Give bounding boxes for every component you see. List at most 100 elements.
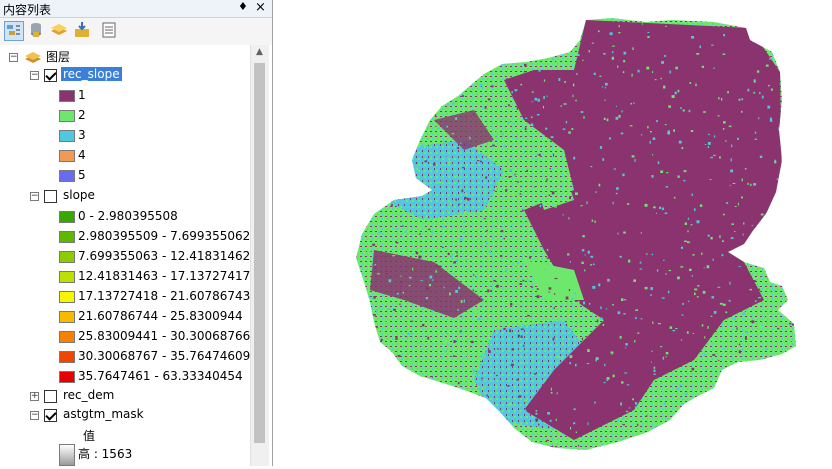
- options-button[interactable]: [100, 21, 120, 41]
- expand-toggle[interactable]: +: [30, 392, 39, 401]
- raster-pixel: [766, 316, 768, 320]
- expand-toggle[interactable]: −: [30, 71, 39, 80]
- raster-pixel: [569, 196, 571, 200]
- raster-pixel: [377, 176, 381, 178]
- raster-pixel: [719, 156, 721, 159]
- close-icon[interactable]: ×: [255, 0, 266, 15]
- scroll-thumb[interactable]: [254, 63, 265, 443]
- raster-pixel: [592, 449, 595, 450]
- raster-pixel: [389, 171, 391, 173]
- layer-visibility-checkbox[interactable]: [44, 409, 57, 422]
- raster-pixel: [590, 264, 593, 266]
- pin-icon[interactable]: ♦: [238, 0, 248, 13]
- raster-pixel: [476, 424, 480, 427]
- raster-pixel: [725, 140, 727, 142]
- raster-pixel: [779, 82, 783, 85]
- list-by-source-button[interactable]: [27, 21, 47, 41]
- raster-pixel: [367, 382, 369, 386]
- layer-name-astgtm-mask[interactable]: astgtm_mask: [63, 407, 144, 421]
- layer-name-slope[interactable]: slope: [63, 188, 95, 202]
- raster-pixel: [699, 204, 703, 207]
- raster-pixel: [777, 65, 780, 68]
- raster-pixel: [543, 105, 544, 109]
- raster-pixel: [580, 35, 583, 37]
- raster-pixel: [710, 315, 713, 317]
- map-canvas[interactable]: [274, 0, 832, 466]
- raster-pixel: [374, 266, 377, 269]
- raster-pixel: [769, 290, 771, 292]
- list-by-selection-button[interactable]: [73, 21, 93, 41]
- toc-title-bar[interactable]: 内容列表 ♦ ×: [0, 0, 272, 18]
- raster-pixel: [613, 349, 616, 353]
- raster-pixel: [561, 250, 564, 252]
- list-by-visibility-button[interactable]: [50, 21, 70, 41]
- raster-pixel: [508, 430, 512, 432]
- raster-pixel: [699, 45, 701, 49]
- raster-pixel: [779, 363, 782, 365]
- raster-pixel: [729, 377, 732, 380]
- raster-pixel: [462, 244, 465, 247]
- expand-toggle[interactable]: −: [30, 192, 39, 201]
- raster-pixel: [684, 402, 687, 405]
- raster-pixel: [724, 249, 728, 251]
- raster-pixel: [404, 140, 407, 143]
- raster-pixel: [637, 147, 639, 149]
- scroll-up-icon[interactable]: ▲: [256, 47, 263, 57]
- layer-visibility-checkbox[interactable]: [44, 190, 57, 203]
- raster-pixel: [491, 85, 494, 88]
- raster-pixel: [626, 387, 630, 389]
- layers-root-label[interactable]: 图层: [46, 48, 70, 65]
- raster-pixel: [626, 384, 630, 386]
- list-by-selection-icon: [75, 22, 89, 37]
- legend-swatch: [59, 170, 75, 182]
- raster-pixel: [509, 158, 511, 161]
- raster-pixel: [676, 387, 679, 391]
- raster-pixel: [568, 217, 570, 220]
- raster-pixel: [692, 255, 695, 258]
- raster-pixel: [475, 35, 478, 39]
- raster-pixel: [394, 188, 396, 191]
- raster-pixel: [753, 79, 756, 81]
- raster-pixel: [747, 182, 749, 185]
- layer-visibility-checkbox[interactable]: [44, 390, 57, 403]
- raster-pixel: [458, 286, 461, 290]
- raster-pixel: [403, 193, 405, 196]
- raster-pixel: [770, 366, 773, 368]
- raster-pixel: [418, 418, 421, 421]
- layers-icon: [25, 52, 41, 63]
- raster-pixel: [517, 261, 519, 264]
- raster-pixel: [517, 181, 520, 183]
- raster-pixel: [607, 278, 610, 282]
- raster-pixel: [680, 76, 683, 80]
- raster-pixel: [665, 433, 669, 436]
- layer-visibility-checkbox[interactable]: [44, 69, 57, 82]
- list-by-drawing-order-button[interactable]: [4, 21, 24, 41]
- raster-pixel: [386, 415, 390, 418]
- raster-pixel: [730, 158, 732, 162]
- raster-pixel: [406, 167, 408, 170]
- raster-pixel: [391, 204, 393, 207]
- layer-name-rec-slope[interactable]: rec_slope: [61, 67, 122, 81]
- raster-pixel: [471, 72, 474, 76]
- toc-scrollbar[interactable]: ▲: [250, 45, 269, 466]
- raster-pixel: [410, 320, 414, 322]
- raster-pixel: [687, 241, 690, 244]
- raster-pixel: [686, 269, 689, 272]
- raster-pixel: [784, 107, 787, 111]
- raster-pixel: [527, 314, 530, 317]
- map-view[interactable]: [274, 0, 832, 466]
- raster-pixel: [392, 72, 396, 74]
- raster-pixel: [671, 190, 674, 193]
- expand-toggle[interactable]: −: [30, 411, 39, 420]
- raster-pixel: [451, 133, 455, 135]
- raster-pixel: [514, 173, 516, 176]
- raster-pixel: [517, 247, 520, 250]
- raster-pixel: [663, 326, 667, 329]
- raster-pixel: [368, 187, 370, 191]
- layer-name-rec-dem[interactable]: rec_dem: [63, 388, 114, 402]
- raster-pixel: [560, 105, 562, 107]
- raster-pixel: [684, 309, 688, 313]
- expand-toggle[interactable]: −: [9, 53, 18, 62]
- raster-pixel: [661, 297, 665, 299]
- raster-pixel: [557, 292, 560, 295]
